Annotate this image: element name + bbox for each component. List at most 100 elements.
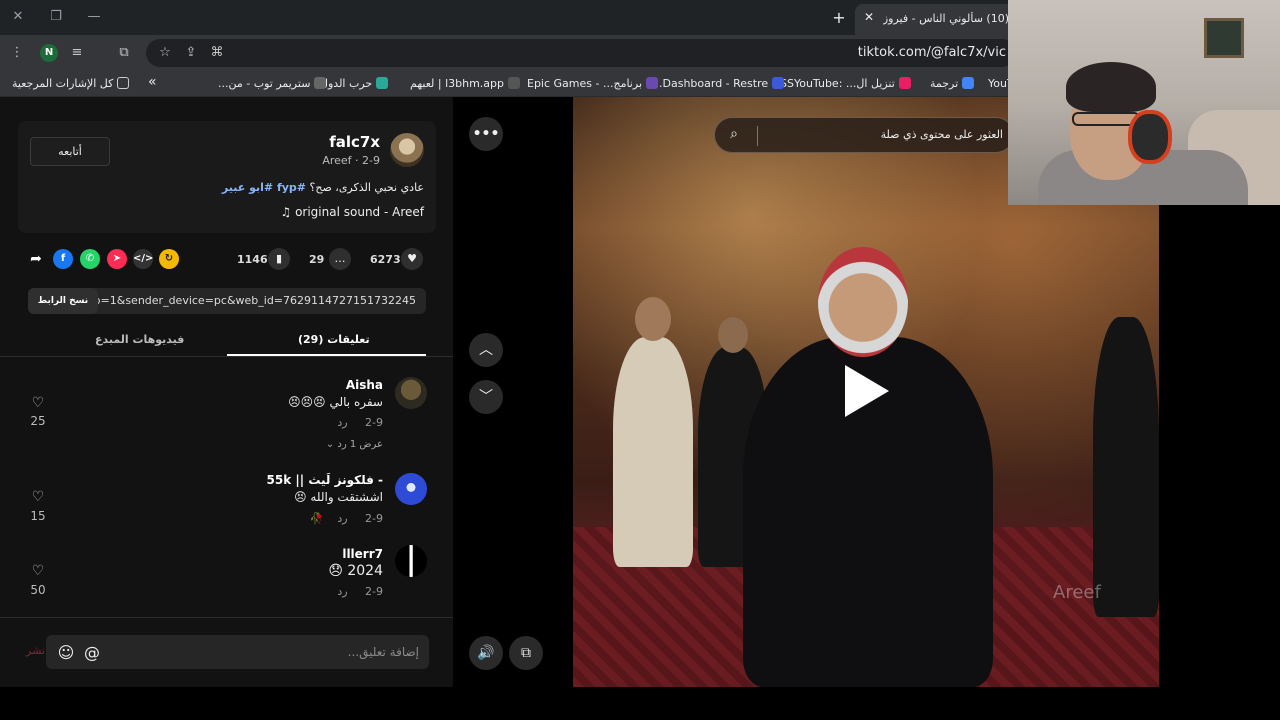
bookmark-streamer-top[interactable]: ستريمر توب - من... bbox=[218, 77, 327, 90]
browser-toolbar: ⋮ N ≡ ⧉ ☆ ⇪ ⌘ tiktok.com/@falc7x/vic bbox=[0, 35, 1016, 71]
folder-icon bbox=[117, 77, 130, 89]
video-watermark: Areef bbox=[1053, 582, 1101, 603]
commenter-name[interactable]: lllerr7 bbox=[342, 547, 383, 561]
bookmarks-bar: YouT ترجمة تنزيل ال... :SSYouTube Dashbo… bbox=[0, 71, 1014, 97]
previous-video-chevron-up-icon[interactable]: ︿ bbox=[469, 333, 503, 367]
facebook-icon[interactable]: f bbox=[53, 249, 73, 269]
sound-link[interactable]: ♫ original sound - Areef bbox=[281, 205, 425, 219]
reply-link[interactable]: رد bbox=[337, 512, 347, 525]
tab-creator-videos[interactable]: فيديوهات المبدع bbox=[95, 333, 184, 346]
bookmark-star-icon[interactable]: ☆ bbox=[156, 44, 174, 62]
browser-tab[interactable]: ✕ (10) سألوني الناس - فيروز | ube bbox=[855, 4, 1015, 35]
commenter-name[interactable]: - فلكونز لَيث || 55k bbox=[267, 473, 383, 487]
share-arrow-icon[interactable]: ➦ bbox=[26, 249, 46, 269]
bookmark-l3bhm[interactable]: l3bhm.app | لعبهم bbox=[410, 77, 521, 90]
embed-code-icon[interactable]: </> bbox=[133, 249, 153, 269]
person-head bbox=[635, 297, 671, 341]
copy-link-button[interactable]: نسخ الرابط bbox=[28, 288, 98, 314]
browser-tabbar: ✕ ❐ — + ✕ (10) سألوني الناس - فيروز | ub… bbox=[0, 0, 1015, 35]
bookmark-restream[interactable]: Dashboard - Restre... bbox=[652, 77, 785, 90]
search-icon[interactable]: ⌕ bbox=[725, 126, 743, 144]
profile-avatar[interactable]: N bbox=[40, 44, 58, 62]
comment-like-count: 50 bbox=[30, 583, 46, 597]
comment-text: اششتقت والله 😣 bbox=[294, 490, 383, 504]
tab-comments[interactable]: تعليقات (29) bbox=[298, 333, 370, 346]
comment-date: 2-9 bbox=[365, 416, 383, 429]
comment-text: 2024 😞 bbox=[328, 563, 383, 579]
more-bookmarks-chevron-icon[interactable]: » bbox=[148, 74, 157, 90]
share-link-box: ...pp=1&sender_device=pc&web_id=76291147… bbox=[28, 288, 426, 314]
person-head bbox=[718, 317, 748, 353]
commenter-avatar[interactable] bbox=[395, 377, 427, 409]
creator-username[interactable]: falc7x bbox=[329, 133, 380, 151]
follow-button[interactable]: أتابعه bbox=[30, 137, 110, 166]
volume-icon[interactable]: 🔊 bbox=[469, 636, 503, 670]
comment-like-icon[interactable]: ♡ bbox=[28, 563, 48, 579]
bookmark-translate[interactable]: ترجمة bbox=[930, 77, 975, 90]
tab-title: (10) سألوني الناس - فيروز | ube bbox=[883, 12, 1009, 25]
headset bbox=[1128, 110, 1172, 164]
bookmark-epic-games[interactable]: برنامج... - Epic Games bbox=[527, 77, 659, 90]
next-video-chevron-down-icon[interactable]: ﹀ bbox=[469, 380, 503, 414]
comment-date: 2-9 bbox=[365, 585, 383, 598]
comment-bubble-icon[interactable]: … bbox=[329, 248, 351, 270]
comment-text: سفره بالي 😣😣😣 bbox=[288, 395, 383, 409]
restore-window-icon[interactable]: ❐ bbox=[46, 8, 66, 26]
play-icon[interactable] bbox=[845, 365, 889, 417]
streamer-hair bbox=[1066, 62, 1156, 112]
related-search-text: العثور على محتوى ذي صلة bbox=[880, 128, 1003, 141]
commenter-avatar[interactable] bbox=[395, 473, 427, 505]
new-tab-button[interactable]: + bbox=[830, 8, 848, 27]
caption-hashtags[interactable]: #fyp #ابو عبير bbox=[222, 181, 306, 194]
emoji-icon[interactable]: ☺ bbox=[56, 643, 76, 663]
whatsapp-icon[interactable]: ✆ bbox=[80, 249, 100, 269]
related-search-bar[interactable]: ⌕ العثور على محتوى ذي صلة bbox=[714, 117, 1014, 153]
comment-like-icon[interactable]: ♡ bbox=[28, 489, 48, 505]
tab-search-icon[interactable]: ≡ bbox=[68, 44, 86, 62]
commenter-avatar[interactable] bbox=[395, 545, 427, 577]
comment-meta: 2-9 رد bbox=[337, 416, 383, 429]
view-replies-link[interactable]: عرض 1 رد ⌄ bbox=[326, 439, 383, 450]
share-page-icon[interactable]: ⇪ bbox=[182, 44, 200, 62]
reply-link[interactable]: رد bbox=[337, 585, 347, 598]
translate-icon[interactable]: ⌘ bbox=[208, 44, 226, 62]
bookmark-label: ستريمر توب - من... bbox=[218, 77, 311, 90]
like-heart-icon[interactable]: ♥ bbox=[401, 248, 423, 270]
bottom-bar bbox=[0, 687, 1280, 720]
comment-like-icon[interactable]: ♡ bbox=[28, 395, 48, 411]
comment-tabs: تعليقات (29) فيديوهات المبدع bbox=[0, 329, 453, 357]
minimize-window-icon[interactable]: — bbox=[84, 8, 104, 26]
action-row: ♥ 6273 … 29 ▮ 1146 ↻ </> ➤ ✆ f ➦ bbox=[24, 245, 434, 275]
commenter-name[interactable]: Aisha bbox=[346, 378, 383, 392]
like-count: 6273 bbox=[370, 253, 401, 266]
webcam-overlay bbox=[1008, 0, 1280, 205]
bookmark-save-icon[interactable]: ▮ bbox=[268, 248, 290, 270]
more-options-icon[interactable]: ••• bbox=[469, 117, 503, 151]
post-comment-button[interactable]: نشر bbox=[26, 644, 45, 657]
address-bar[interactable]: ☆ ⇪ ⌘ tiktok.com/@falc7x/vic bbox=[146, 39, 1016, 67]
bookmark-war-countries[interactable]: حرب الدول bbox=[320, 77, 389, 90]
all-bookmarks[interactable]: كل الإشارات المرجعية bbox=[12, 77, 130, 90]
bookmark-label: Dashboard - Restre... bbox=[652, 77, 769, 90]
comment-input[interactable] bbox=[119, 642, 419, 662]
creator-avatar[interactable] bbox=[390, 133, 424, 167]
repost-icon[interactable]: ↻ bbox=[159, 249, 179, 269]
comment-count: 29 bbox=[309, 253, 325, 266]
menu-kebab-icon[interactable]: ⋮ bbox=[8, 44, 26, 62]
person-figure bbox=[1093, 317, 1159, 617]
reply-link[interactable]: رد bbox=[337, 416, 347, 429]
bookmark-ssyoutube[interactable]: تنزيل ال... :SSYouTube bbox=[780, 77, 911, 90]
streamer-icon bbox=[314, 77, 327, 89]
close-tab-icon[interactable]: ✕ bbox=[861, 10, 877, 24]
caption-text: عادي نحبي الذكرى، صح؟ bbox=[309, 181, 425, 194]
send-to-friend-icon[interactable]: ➤ bbox=[107, 249, 127, 269]
close-window-icon[interactable]: ✕ bbox=[8, 8, 28, 26]
mention-at-icon[interactable]: @ bbox=[82, 643, 102, 663]
mini-player-icon[interactable]: ⧉ bbox=[509, 636, 543, 670]
creator-subname: Areef · 2-9 bbox=[322, 154, 380, 167]
extensions-icon[interactable]: ⧉ bbox=[115, 44, 133, 62]
translate-icon bbox=[962, 77, 975, 89]
view-replies-label: عرض 1 رد bbox=[337, 439, 383, 450]
main-person-head bbox=[818, 247, 908, 357]
share-link-url[interactable]: ...pp=1&sender_device=pc&web_id=76291147… bbox=[76, 294, 416, 307]
